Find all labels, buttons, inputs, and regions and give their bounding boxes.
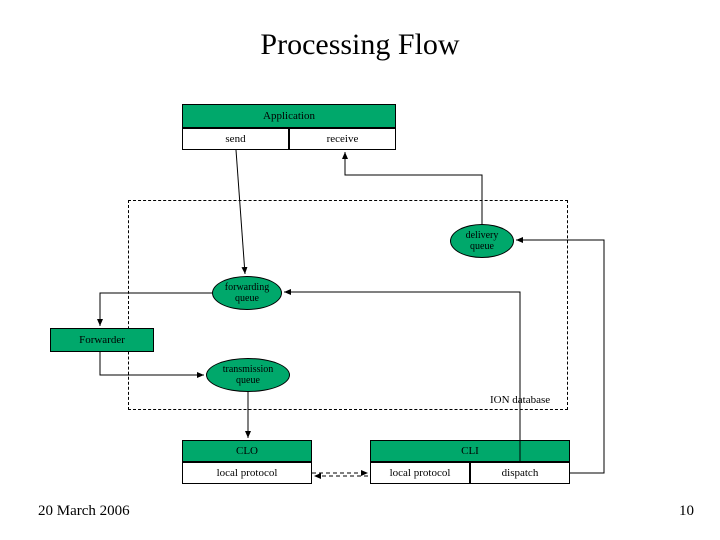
receive-box: receive bbox=[289, 128, 396, 150]
cli-dispatch: dispatch bbox=[470, 462, 570, 484]
footer-date: 20 March 2006 bbox=[38, 503, 130, 520]
ion-database-label: ION database bbox=[490, 394, 550, 406]
application-box: Application bbox=[182, 104, 396, 128]
delivery-queue: delivery queue bbox=[450, 224, 514, 258]
page-title: Processing Flow bbox=[0, 28, 720, 62]
clo-local-protocol: local protocol bbox=[182, 462, 312, 484]
cli-box: CLI bbox=[370, 440, 570, 462]
forwarder-box: Forwarder bbox=[50, 328, 154, 352]
clo-box: CLO bbox=[182, 440, 312, 462]
footer-page: 10 bbox=[679, 503, 694, 520]
transmission-queue: transmission queue bbox=[206, 358, 290, 392]
send-box: send bbox=[182, 128, 289, 150]
forwarding-queue: forwarding queue bbox=[212, 276, 282, 310]
cli-local-protocol: local protocol bbox=[370, 462, 470, 484]
